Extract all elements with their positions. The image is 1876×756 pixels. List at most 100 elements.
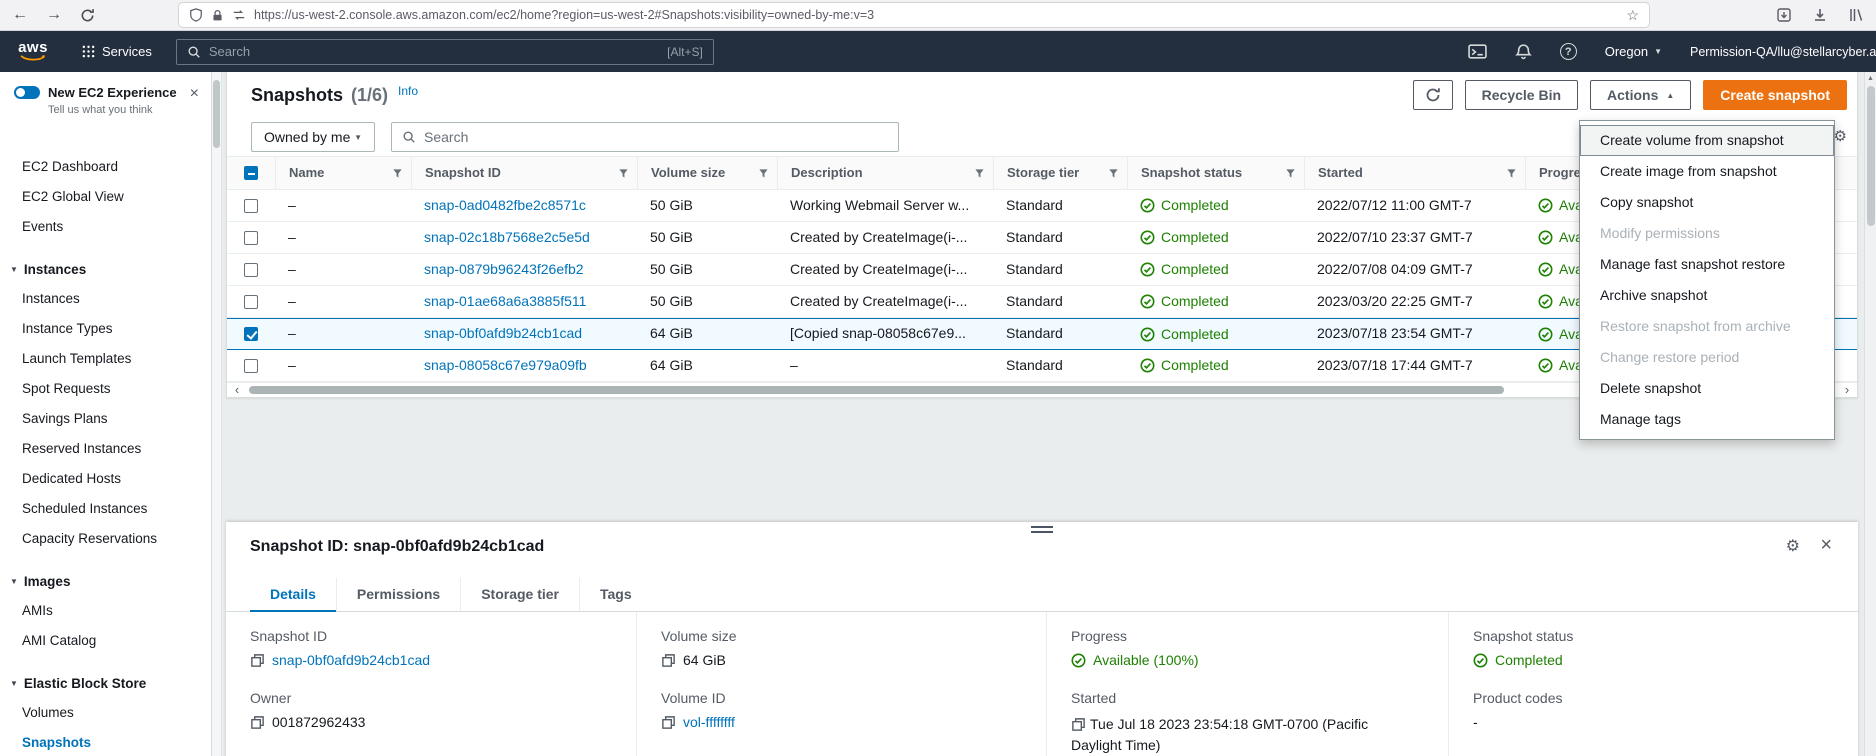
menu-item-create-image-from-snapshot[interactable]: Create image from snapshot xyxy=(1580,156,1834,187)
bookmark-star-icon[interactable]: ☆ xyxy=(1626,7,1639,24)
sidebar-item-reserved-instances[interactable]: Reserved Instances xyxy=(0,434,211,464)
sidebar-item-savings-plans[interactable]: Savings Plans xyxy=(0,404,211,434)
cloudshell-icon[interactable] xyxy=(1468,43,1487,60)
table-search-input[interactable] xyxy=(424,129,888,145)
row-checkbox[interactable] xyxy=(244,199,258,213)
menu-item-create-volume-from-snapshot[interactable]: Create volume from snapshot xyxy=(1580,125,1834,156)
sidebar-item-events[interactable]: Events xyxy=(0,212,211,242)
console-search[interactable]: [Alt+S] xyxy=(176,39,714,65)
column-header-description[interactable]: Description xyxy=(777,157,993,189)
info-link[interactable]: Info xyxy=(398,84,418,98)
sidebar-item-instances[interactable]: Instances xyxy=(0,284,211,314)
refresh-button[interactable] xyxy=(1413,80,1453,110)
scroll-left-icon[interactable]: ‹ xyxy=(229,383,245,397)
snapshot-id-link[interactable]: snap-0bf0afd9b24cb1cad xyxy=(411,319,637,349)
forward-icon[interactable]: → xyxy=(46,7,62,23)
menu-item-delete-snapshot[interactable]: Delete snapshot xyxy=(1580,373,1834,404)
row-checkbox[interactable] xyxy=(244,231,258,245)
row-checkbox[interactable] xyxy=(244,359,258,373)
shield-icon[interactable] xyxy=(189,8,203,22)
aws-logo[interactable]: aws xyxy=(14,41,52,62)
snapshot-id-link[interactable]: snap-08058c67e979a09fb xyxy=(411,350,637,381)
address-bar[interactable]: https://us-west-2.console.aws.amazon.com… xyxy=(179,3,1649,27)
back-icon[interactable]: ← xyxy=(12,7,28,23)
scroll-right-icon[interactable]: › xyxy=(1839,383,1855,397)
filter-funnel-icon[interactable] xyxy=(1285,168,1296,179)
tab-storage-tier[interactable]: Storage tier xyxy=(460,578,579,611)
vertical-scrollbar[interactable]: ▲ xyxy=(1864,72,1876,756)
notifications-bell-icon[interactable] xyxy=(1515,43,1532,60)
filter-funnel-icon[interactable] xyxy=(1108,168,1119,179)
column-header-storage-tier[interactable]: Storage tier xyxy=(993,157,1127,189)
filter-funnel-icon[interactable] xyxy=(758,168,769,179)
sidebar-item-ami-catalog[interactable]: AMI Catalog xyxy=(0,626,211,656)
refresh-icon[interactable] xyxy=(80,8,95,23)
recycle-bin-button[interactable]: Recycle Bin xyxy=(1465,80,1578,110)
sidebar-item-instance-types[interactable]: Instance Types xyxy=(0,314,211,344)
library-icon[interactable] xyxy=(1848,7,1864,23)
tab-permissions[interactable]: Permissions xyxy=(336,578,460,611)
scrollbar-thumb[interactable] xyxy=(213,80,220,148)
column-header-snapshot-status[interactable]: Snapshot status xyxy=(1127,157,1304,189)
copy-icon[interactable] xyxy=(1071,717,1086,732)
snapshot-id-value[interactable]: snap-0bf0afd9b24cb1cad xyxy=(272,652,430,668)
row-checkbox[interactable] xyxy=(244,295,258,309)
sidebar-section-elastic-block-store[interactable]: ▼Elastic Block Store xyxy=(0,668,211,698)
filter-funnel-icon[interactable] xyxy=(392,168,403,179)
help-icon[interactable]: ? xyxy=(1560,43,1577,60)
panel-preferences-gear-icon[interactable]: ⚙ xyxy=(1786,539,1800,555)
sidebar-item-volumes[interactable]: Volumes xyxy=(0,698,211,728)
sidebar-section-images[interactable]: ▼Images xyxy=(0,566,211,596)
menu-item-manage-tags[interactable]: Manage tags xyxy=(1580,404,1834,435)
row-checkbox-checked[interactable] xyxy=(244,327,258,341)
filter-funnel-icon[interactable] xyxy=(974,168,985,179)
snapshot-id-link[interactable]: snap-0879b96243f26efb2 xyxy=(411,254,637,285)
copy-icon[interactable] xyxy=(250,715,265,730)
sidebar-scrollbar[interactable] xyxy=(212,72,222,756)
menu-item-copy-snapshot[interactable]: Copy snapshot xyxy=(1580,187,1834,218)
sidebar-item-ec2-global-view[interactable]: EC2 Global View xyxy=(0,182,211,212)
save-page-icon[interactable] xyxy=(1776,7,1792,23)
snapshot-id-link[interactable]: snap-01ae68a6a3885f511 xyxy=(411,286,637,317)
sidebar-item-launch-templates[interactable]: Launch Templates xyxy=(0,344,211,374)
menu-item-manage-fast-snapshot-restore[interactable]: Manage fast snapshot restore xyxy=(1580,249,1834,280)
sidebar-section-instances[interactable]: ▼Instances xyxy=(0,254,211,284)
row-checkbox[interactable] xyxy=(244,263,258,277)
scroll-up-icon[interactable]: ▲ xyxy=(1865,72,1876,82)
copy-icon[interactable] xyxy=(250,653,265,668)
scrollbar-thumb[interactable] xyxy=(249,386,1504,394)
region-selector[interactable]: Oregon ▼ xyxy=(1605,44,1662,59)
downloads-icon[interactable] xyxy=(1812,7,1828,23)
account-menu[interactable]: Permission-QA/llu@stellarcyber.ai xyxy=(1690,45,1876,59)
console-search-input[interactable] xyxy=(209,44,659,59)
snapshot-id-link[interactable]: snap-0ad0482fbe2c8571c xyxy=(411,190,637,221)
actions-button[interactable]: Actions▲ xyxy=(1590,80,1691,110)
tab-details[interactable]: Details xyxy=(250,578,336,611)
column-header-name[interactable]: Name xyxy=(275,157,411,189)
sidebar-item-snapshots[interactable]: Snapshots xyxy=(0,728,211,756)
close-icon[interactable]: × xyxy=(190,86,199,102)
owned-by-filter[interactable]: Owned by me▼ xyxy=(251,122,375,152)
menu-item-archive-snapshot[interactable]: Archive snapshot xyxy=(1580,280,1834,311)
copy-icon[interactable] xyxy=(661,715,676,730)
sidebar-item-dedicated-hosts[interactable]: Dedicated Hosts xyxy=(0,464,211,494)
filter-funnel-icon[interactable] xyxy=(618,168,629,179)
close-panel-icon[interactable]: × xyxy=(1820,535,1832,555)
create-snapshot-button[interactable]: Create snapshot xyxy=(1703,80,1847,110)
filter-funnel-icon[interactable] xyxy=(1506,168,1517,179)
volume-id-value[interactable]: vol-ffffffff xyxy=(683,714,735,730)
sidebar-item-capacity-reservations[interactable]: Capacity Reservations xyxy=(0,524,211,554)
new-experience-toggle[interactable] xyxy=(14,86,40,99)
permissions-icon[interactable] xyxy=(232,8,246,22)
copy-icon[interactable] xyxy=(661,653,676,668)
services-menu[interactable]: Services xyxy=(82,44,152,59)
lock-icon[interactable] xyxy=(211,9,224,22)
column-header-snapshot-id[interactable]: Snapshot ID xyxy=(411,157,637,189)
sidebar-item-amis[interactable]: AMIs xyxy=(0,596,211,626)
column-header-volume-size[interactable]: Volume size xyxy=(637,157,777,189)
snapshot-id-link[interactable]: snap-02c18b7568e2c5e5d xyxy=(411,222,637,253)
sidebar-item-scheduled-instances[interactable]: Scheduled Instances xyxy=(0,494,211,524)
sidebar-item-spot-requests[interactable]: Spot Requests xyxy=(0,374,211,404)
select-all-checkbox[interactable] xyxy=(244,166,258,180)
scrollbar-thumb[interactable] xyxy=(1867,86,1875,226)
